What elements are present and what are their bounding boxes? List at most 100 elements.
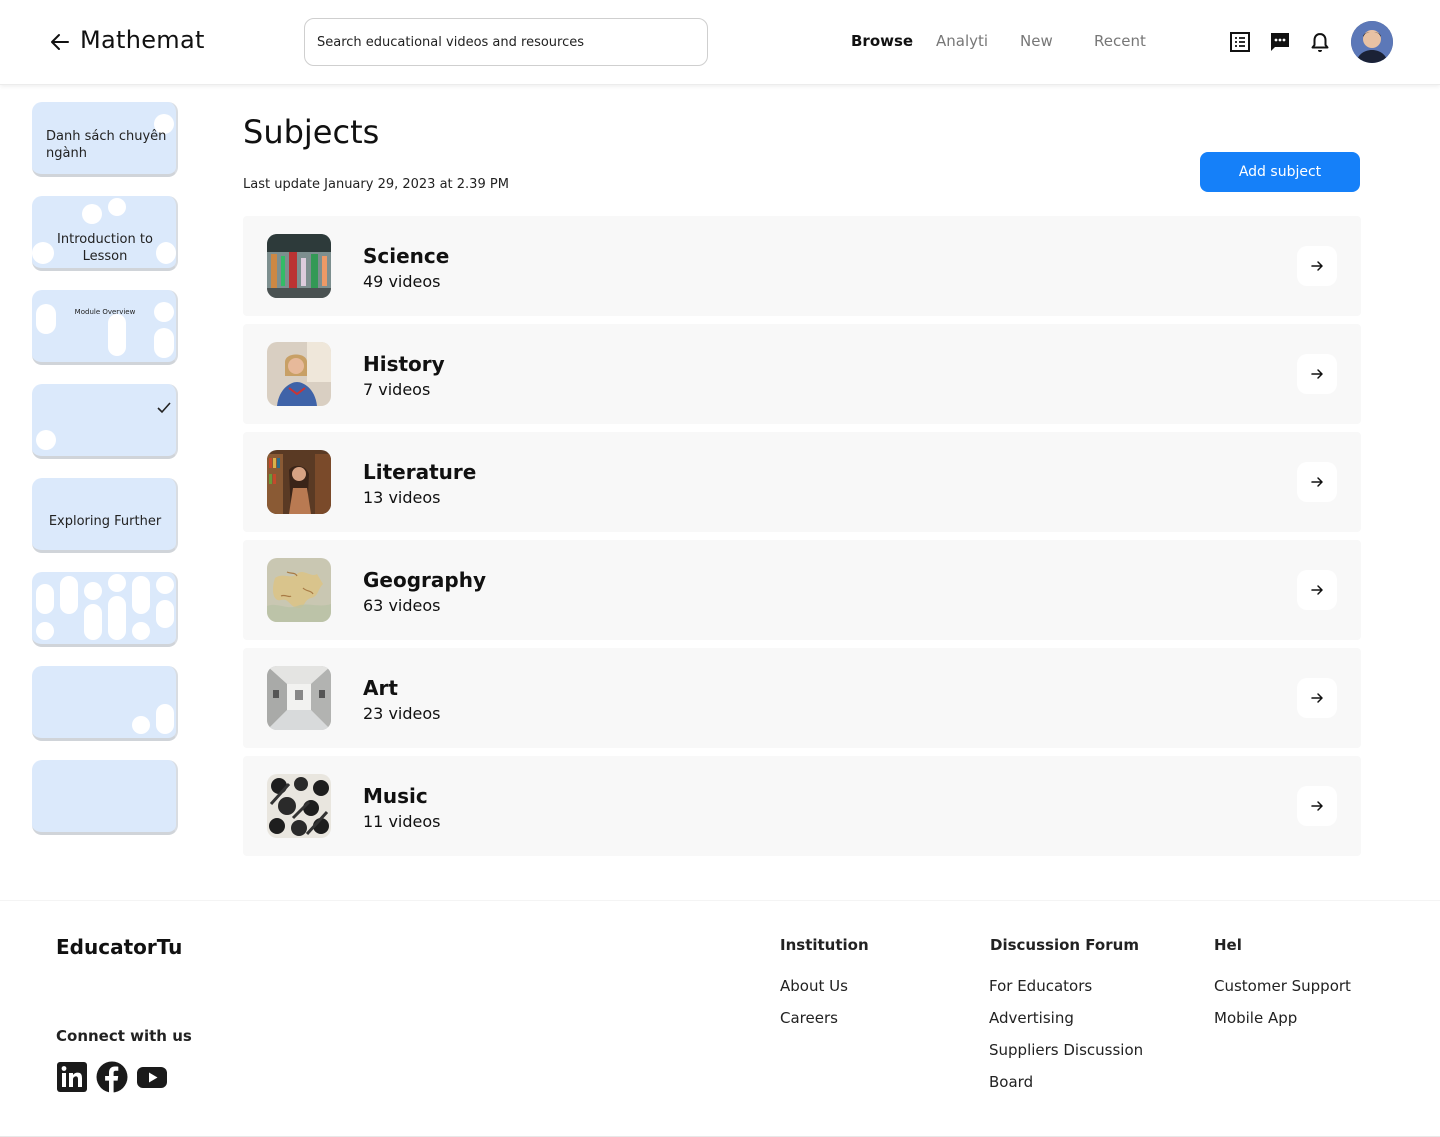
open-subject-button[interactable] [1297, 462, 1337, 502]
nav-new[interactable]: New [1020, 32, 1053, 50]
history-thumbnail [267, 342, 331, 406]
thumb-shape [132, 622, 150, 640]
user-avatar[interactable] [1351, 21, 1393, 63]
thumb-shape [156, 600, 174, 628]
thumb-shape [60, 576, 78, 614]
thumb-label: Exploring Further [48, 514, 162, 529]
bell-icon[interactable] [1309, 31, 1331, 53]
thumb-shape [84, 582, 102, 600]
open-subject-button[interactable] [1297, 354, 1337, 394]
search-box[interactable] [304, 18, 708, 66]
geography-thumbnail [267, 558, 331, 622]
thumb-shape [36, 622, 54, 640]
art-thumbnail [267, 666, 331, 730]
thumb-shape [108, 596, 126, 640]
subject-row-literature[interactable]: Literature 13 videos [243, 432, 1361, 532]
thumb-shape [36, 430, 56, 450]
thumb-shape [108, 574, 126, 592]
search-input[interactable] [305, 19, 707, 65]
connect-heading: Connect with us [56, 1027, 192, 1045]
nav-browse[interactable]: Browse [851, 32, 913, 50]
thumb-shape [108, 314, 126, 356]
thumb-shape [132, 576, 150, 614]
open-subject-button[interactable] [1297, 570, 1337, 610]
footer-link[interactable]: Suppliers Discussion [989, 1041, 1143, 1059]
subject-row-art[interactable]: Art 23 videos [243, 648, 1361, 748]
subject-row-history[interactable]: History 7 videos [243, 324, 1361, 424]
slide-thumbnail-3[interactable]: Module Overview [32, 290, 178, 365]
thumb-shape [82, 204, 102, 224]
subject-row-geography[interactable]: Geography 63 videos [243, 540, 1361, 640]
arrow-right-icon [1311, 261, 1323, 271]
thumb-label: Module Overview [74, 308, 136, 316]
check-icon [156, 400, 172, 414]
footer-link[interactable]: Advertising [989, 1009, 1074, 1027]
subject-name: Geography [363, 568, 486, 592]
subject-count: 11 videos [363, 812, 441, 831]
thumb-shape [84, 604, 102, 640]
subject-count: 13 videos [363, 488, 441, 507]
slide-thumbnail-7[interactable] [32, 666, 178, 741]
thumb-label: Introduction to Lesson [57, 232, 153, 264]
subject-count: 7 videos [363, 380, 431, 399]
footer-col-title: Hel [1214, 936, 1242, 954]
footer-link[interactable]: Board [989, 1073, 1033, 1091]
footer-brand: EducatorTu [56, 935, 183, 959]
slide-thumbnail-6[interactable] [32, 572, 178, 647]
linkedin-icon[interactable] [56, 1061, 88, 1093]
slide-thumbnail-5[interactable]: Exploring Further [32, 478, 178, 553]
thumb-label: Danh sách chuyên ngành [46, 129, 167, 161]
slide-thumbnail-2[interactable]: Introduction to Lesson [32, 196, 178, 271]
nav-analytics[interactable]: Analyti [936, 32, 988, 50]
slide-thumbnail-1[interactable]: Danh sách chuyên ngành [32, 102, 178, 177]
thumb-shape [156, 576, 174, 594]
thumb-shape [132, 716, 150, 734]
subject-count: 49 videos [363, 272, 441, 291]
footer-col-title: Discussion Forum [990, 936, 1139, 954]
subject-name: Literature [363, 460, 477, 484]
subject-count: 63 videos [363, 596, 441, 615]
science-thumbnail [267, 234, 331, 298]
open-subject-button[interactable] [1297, 246, 1337, 286]
add-subject-button[interactable]: Add subject [1200, 152, 1360, 192]
youtube-icon[interactable] [136, 1061, 168, 1093]
footer-link[interactable]: About Us [780, 977, 848, 995]
arrow-right-icon [1311, 693, 1323, 703]
footer: EducatorTu Connect with us Institution A… [0, 900, 1440, 1137]
subject-name: Art [363, 676, 398, 700]
app-title: Mathemat [80, 26, 205, 54]
list-icon[interactable] [1229, 31, 1251, 53]
subject-row-music[interactable]: Music 11 videos [243, 756, 1361, 856]
nav-recent[interactable]: Recent [1094, 32, 1146, 50]
footer-link[interactable]: Customer Support [1214, 977, 1351, 995]
page-title: Subjects [243, 113, 380, 151]
footer-link[interactable]: Mobile App [1214, 1009, 1297, 1027]
subject-row-science[interactable]: Science 49 videos [243, 216, 1361, 316]
thumb-shape [36, 584, 54, 614]
subject-count: 23 videos [363, 704, 441, 723]
slide-thumbnail-4[interactable] [32, 384, 178, 459]
subject-name: Science [363, 244, 450, 268]
slide-thumbnail-8[interactable] [32, 760, 178, 835]
chat-icon[interactable] [1269, 31, 1291, 53]
app-header: Mathemat Browse Analyti New Recent [0, 0, 1440, 85]
open-subject-button[interactable] [1297, 678, 1337, 718]
footer-col-title: Institution [780, 936, 869, 954]
open-subject-button[interactable] [1297, 786, 1337, 826]
footer-link[interactable]: Careers [780, 1009, 838, 1027]
subject-name: Music [363, 784, 428, 808]
subject-name: History [363, 352, 445, 376]
arrow-right-icon [1311, 477, 1323, 487]
thumb-shape [108, 198, 126, 216]
back-arrow-icon[interactable] [48, 30, 72, 54]
thumb-shape [156, 704, 174, 734]
literature-thumbnail [267, 450, 331, 514]
arrow-right-icon [1311, 801, 1323, 811]
thumb-shape [154, 328, 174, 358]
footer-link[interactable]: For Educators [989, 977, 1092, 995]
arrow-right-icon [1311, 369, 1323, 379]
music-thumbnail [267, 774, 331, 838]
facebook-icon[interactable] [96, 1061, 128, 1093]
arrow-right-icon [1311, 585, 1323, 595]
last-update-text: Last update January 29, 2023 at 2.39 PM [243, 177, 509, 192]
